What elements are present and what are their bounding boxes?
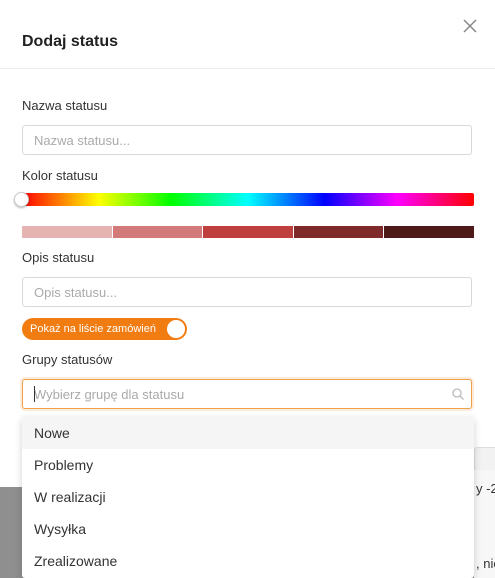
close-icon[interactable] [460,16,480,36]
dropdown-option[interactable]: Problemy [22,449,474,481]
color-swatch[interactable] [293,226,384,238]
header-divider [0,68,495,69]
dropdown-option[interactable]: Zrealizowane [22,545,474,577]
hue-slider-handle[interactable] [14,192,29,207]
name-label: Nazwa statusu [22,98,108,113]
status-group-select[interactable] [22,379,472,409]
toggle-knob [167,320,185,338]
show-on-orders-toggle[interactable]: Pokaż na liście zamówień [22,318,187,340]
color-swatches [22,226,474,238]
status-description-input[interactable] [22,277,472,307]
add-status-modal: Dodaj status Nazwa statusu Kolor statusu… [0,0,495,436]
background-text: y -2 [476,481,495,496]
modal-title: Dodaj status [22,33,119,50]
dropdown-option[interactable]: W realizacji [22,481,474,513]
color-swatch[interactable] [22,226,112,238]
color-swatch[interactable] [112,226,203,238]
description-label: Opis statusu [22,250,95,265]
background-text: , nie [476,556,495,571]
status-group-dropdown: Nowe Problemy W realizacji Wysyłka Zrealizow… [22,417,474,578]
toggle-label: Pokaż na liście zamówień [30,323,156,335]
color-swatch[interactable] [384,226,474,238]
dropdown-option[interactable]: Wysyłka [22,513,474,545]
status-name-input[interactable] [22,125,472,155]
hue-slider[interactable] [22,193,474,206]
color-label: Kolor statusu [22,168,98,183]
groups-label: Grupy statusów [22,352,113,367]
search-icon [452,388,464,400]
text-cursor [34,386,35,402]
dropdown-option[interactable]: Nowe [22,417,474,449]
color-swatch[interactable] [203,226,293,238]
